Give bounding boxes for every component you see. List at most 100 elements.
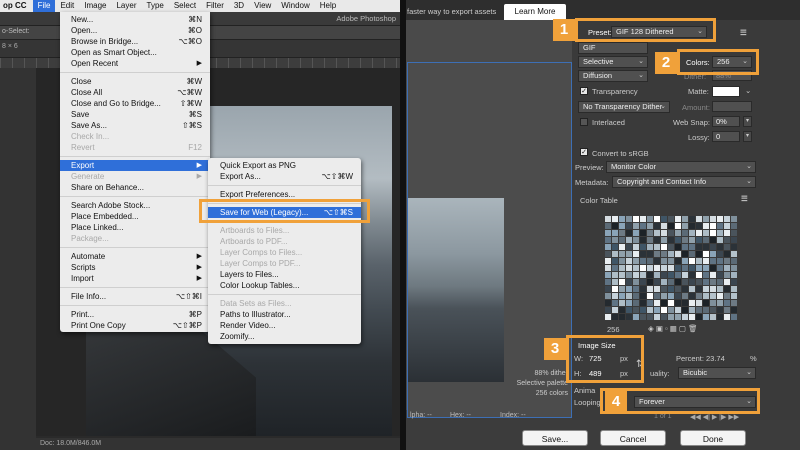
color-swatch[interactable]	[605, 216, 611, 222]
color-swatch[interactable]	[710, 279, 716, 285]
color-swatch[interactable]	[661, 237, 667, 243]
color-swatch[interactable]	[731, 265, 737, 271]
color-swatch[interactable]	[612, 272, 618, 278]
color-swatch[interactable]	[640, 272, 646, 278]
chevron-down-icon[interactable]: ⌄	[745, 86, 751, 95]
color-swatch[interactable]	[605, 300, 611, 306]
color-swatch[interactable]	[626, 286, 632, 292]
color-swatch[interactable]	[703, 272, 709, 278]
color-swatch[interactable]	[626, 300, 632, 306]
lossy-field[interactable]: 0	[712, 131, 740, 142]
color-swatch[interactable]	[654, 216, 660, 222]
menu-layer[interactable]: Layer	[111, 0, 141, 12]
color-swatch[interactable]	[675, 279, 681, 285]
color-swatch[interactable]	[647, 286, 653, 292]
color-swatch[interactable]	[724, 230, 730, 236]
menu-item-share-behance[interactable]: Share on Behance...	[60, 182, 210, 193]
color-swatch[interactable]	[654, 265, 660, 271]
color-swatch[interactable]	[724, 223, 730, 229]
color-swatch[interactable]	[654, 286, 660, 292]
color-swatch[interactable]	[724, 258, 730, 264]
color-swatch[interactable]	[661, 300, 667, 306]
color-swatch[interactable]	[717, 237, 723, 243]
color-swatch[interactable]	[689, 293, 695, 299]
menu-item-place-embedded[interactable]: Place Embedded...	[60, 211, 210, 222]
color-swatch[interactable]	[668, 244, 674, 250]
color-swatch[interactable]	[675, 293, 681, 299]
menu-item-place-linked[interactable]: Place Linked...	[60, 222, 210, 233]
color-swatch[interactable]	[696, 265, 702, 271]
lossy-stepper[interactable]: ▾	[743, 131, 752, 142]
color-swatch[interactable]	[668, 258, 674, 264]
color-swatch[interactable]	[647, 307, 653, 313]
looping-dropdown[interactable]: Forever ⌄	[634, 396, 756, 408]
color-swatch[interactable]	[689, 265, 695, 271]
color-swatch[interactable]	[668, 307, 674, 313]
color-swatch[interactable]	[661, 279, 667, 285]
color-swatch[interactable]	[696, 293, 702, 299]
color-swatch[interactable]	[668, 230, 674, 236]
color-swatch[interactable]	[619, 279, 625, 285]
menu-item-save[interactable]: Save ⌘S	[60, 109, 210, 120]
color-swatch[interactable]	[605, 223, 611, 229]
color-swatch[interactable]	[619, 216, 625, 222]
color-swatch[interactable]	[689, 258, 695, 264]
color-table-grid[interactable]	[605, 216, 738, 321]
color-swatch[interactable]	[640, 237, 646, 243]
color-swatch[interactable]	[612, 293, 618, 299]
color-swatch[interactable]	[682, 314, 688, 320]
percent-value[interactable]: 23.74	[706, 354, 725, 363]
color-swatch[interactable]	[675, 244, 681, 250]
color-swatch[interactable]	[717, 272, 723, 278]
color-swatch[interactable]	[612, 265, 618, 271]
color-swatch[interactable]	[626, 237, 632, 243]
color-swatch[interactable]	[703, 265, 709, 271]
height-value[interactable]: 489	[589, 369, 602, 378]
color-swatch[interactable]	[717, 223, 723, 229]
menu-item-export-as[interactable]: Export As... ⌥⇧⌘W	[208, 171, 361, 182]
color-swatch[interactable]	[661, 307, 667, 313]
color-swatch[interactable]	[619, 272, 625, 278]
color-swatch[interactable]	[703, 230, 709, 236]
color-swatch[interactable]	[689, 251, 695, 257]
color-swatch[interactable]	[717, 293, 723, 299]
color-swatch[interactable]	[703, 286, 709, 292]
color-swatch[interactable]	[724, 237, 730, 243]
color-swatch[interactable]	[731, 272, 737, 278]
color-swatch[interactable]	[633, 279, 639, 285]
color-swatch[interactable]	[626, 251, 632, 257]
color-swatch[interactable]	[689, 244, 695, 250]
color-swatch[interactable]	[675, 216, 681, 222]
color-swatch[interactable]	[633, 272, 639, 278]
color-swatch[interactable]	[661, 265, 667, 271]
color-swatch[interactable]	[703, 244, 709, 250]
color-swatch[interactable]	[626, 223, 632, 229]
color-swatch[interactable]	[605, 258, 611, 264]
color-swatch[interactable]	[633, 237, 639, 243]
document-tab[interactable]: 8 × 6	[2, 43, 18, 50]
color-swatch[interactable]	[661, 293, 667, 299]
color-swatch[interactable]	[619, 314, 625, 320]
color-swatch[interactable]	[696, 272, 702, 278]
color-swatch[interactable]	[710, 251, 716, 257]
transparency-dither-dropdown[interactable]: No Transparency Dither ⌄	[578, 101, 670, 113]
color-swatch[interactable]	[619, 258, 625, 264]
color-swatch[interactable]	[703, 237, 709, 243]
color-swatch[interactable]	[640, 258, 646, 264]
color-swatch[interactable]	[668, 300, 674, 306]
color-swatch[interactable]	[682, 258, 688, 264]
color-swatch[interactable]	[682, 244, 688, 250]
color-swatch[interactable]	[682, 223, 688, 229]
menu-item-zoomify[interactable]: Zoomify...	[208, 331, 361, 342]
animation-controls-icon[interactable]: ◀◀ ◀| ▶ |▶ ▶▶	[690, 413, 739, 421]
color-swatch[interactable]	[717, 314, 723, 320]
color-swatch[interactable]	[682, 279, 688, 285]
color-swatch[interactable]	[724, 265, 730, 271]
color-swatch[interactable]	[619, 251, 625, 257]
color-swatch[interactable]	[682, 251, 688, 257]
color-swatch[interactable]	[696, 244, 702, 250]
learn-more-button[interactable]: Learn More	[504, 4, 566, 20]
color-swatch[interactable]	[710, 237, 716, 243]
color-swatch[interactable]	[619, 300, 625, 306]
color-swatch[interactable]	[626, 230, 632, 236]
